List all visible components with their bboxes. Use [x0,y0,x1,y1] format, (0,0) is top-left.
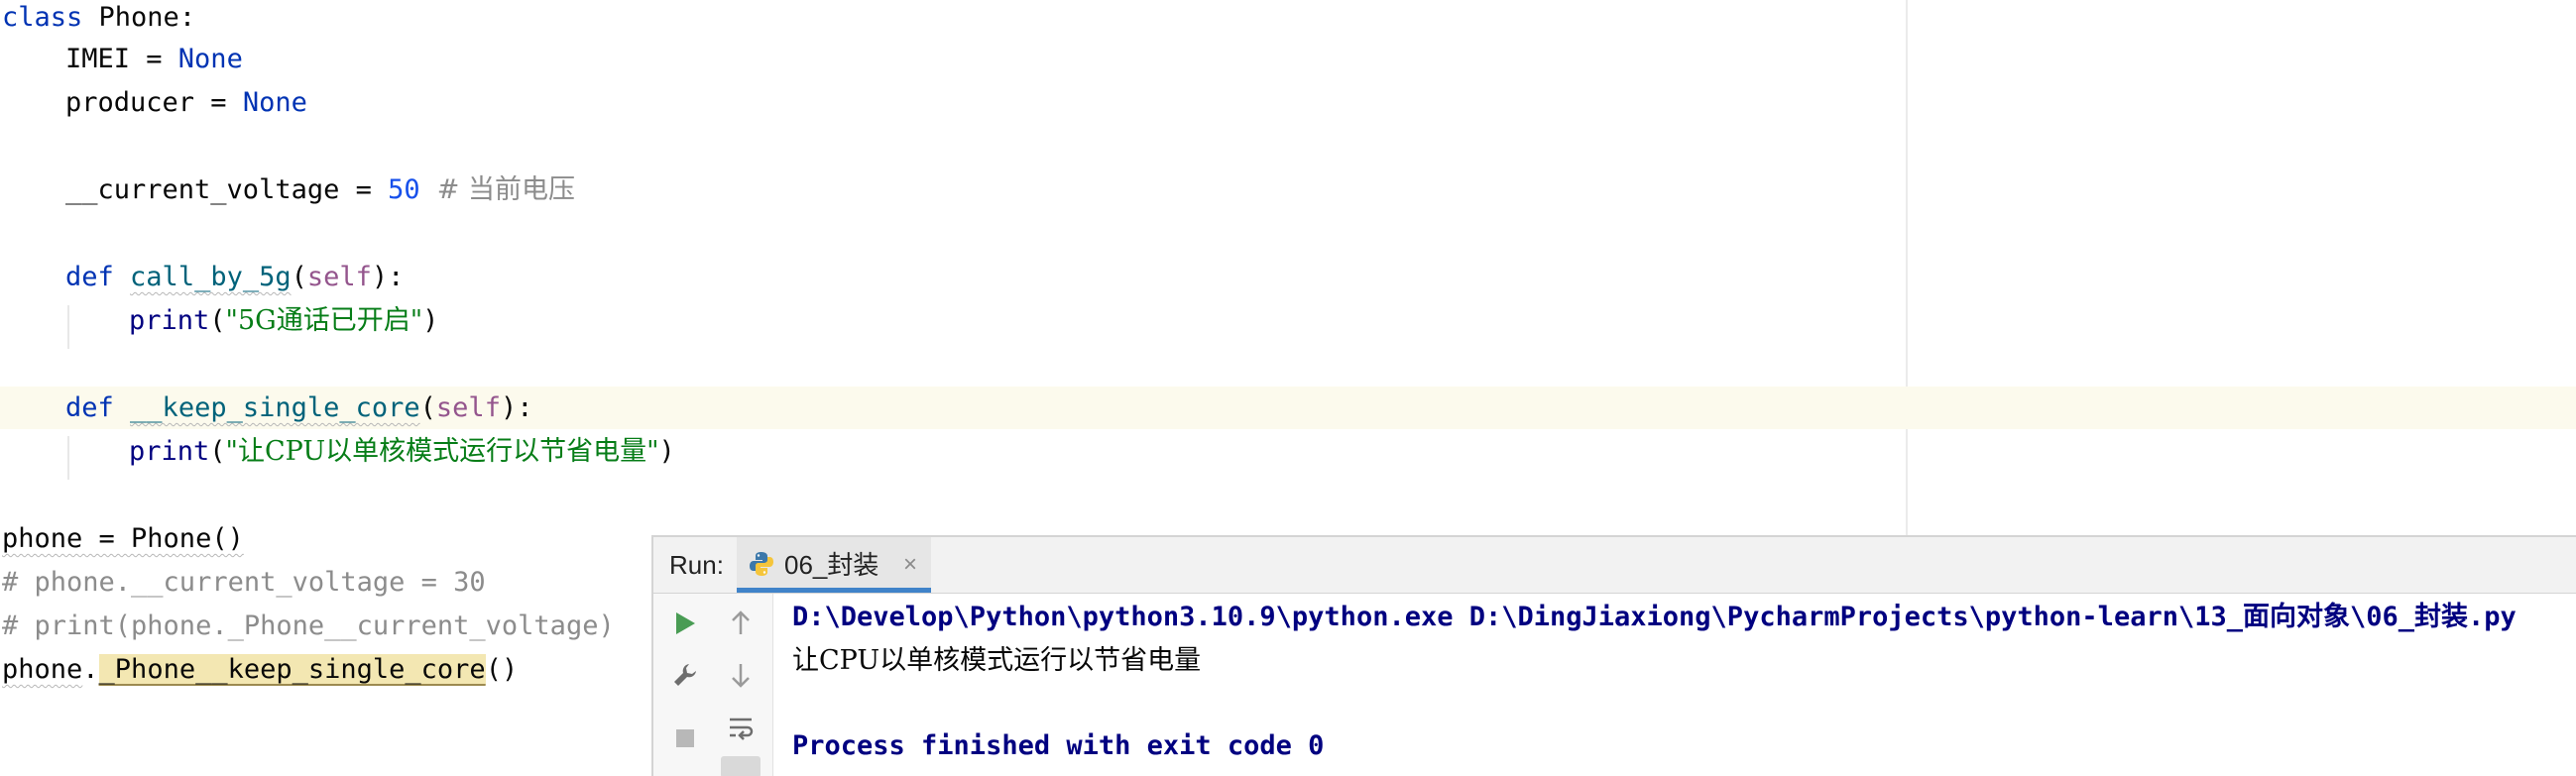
python-icon [750,552,773,576]
run-toolbar [653,594,773,776]
run-label: Run: [669,550,724,580]
object-name: phone [2,654,83,685]
paren: ( [291,262,307,292]
code-line-3: producer = None [65,81,307,125]
scroll-to-end-icon[interactable] [721,756,761,776]
paren: ) [422,305,439,336]
console-exit-message: Process finished with exit code 0 [792,730,1325,761]
method-name: __keep_single_core [130,392,420,423]
paren: ): [371,262,405,292]
right-margin-guide [1906,0,1908,535]
code-line-1: class Phone: [2,0,195,40]
wrench-icon[interactable] [665,655,705,695]
builtin-print: print [129,436,210,467]
code-line-10: def __keep_single_core(self): [65,387,532,430]
code-line-7: def call_by_5g(self): [65,256,404,299]
none-value: None [242,87,307,118]
self-param: self [306,262,372,292]
indent-guide [67,305,69,349]
inline-comment: # 当前电压 [419,174,575,205]
class-name: Phone: [82,2,196,33]
string-literal: "5G通话已开启" [225,305,423,336]
code-line-15: # print(phone._Phone__current_voltage) [2,610,615,641]
paren: ): [500,392,533,423]
close-icon[interactable]: × [903,537,917,593]
code-line-8: print("5G通话已开启") [129,299,438,343]
keyword: def [65,262,114,292]
code-line-13: phone = Phone() [2,523,244,554]
code-line-11: print("让CPU以单核模式运行以节省电量") [129,430,675,474]
paren: ) [658,436,675,467]
attr-name: __current_voltage = [65,174,389,205]
self-param: self [435,392,501,423]
number-value: 50 [388,174,420,205]
run-tool-window: Run: 06_封装 × D:\Develop\Python\python3.1… [651,535,2576,776]
keyword: def [65,392,114,423]
paren: () [485,654,519,685]
keyword: class [2,2,83,33]
indent-guide [67,436,69,480]
arrow-down-icon[interactable] [721,655,761,695]
code-line-16: phone._Phone__keep_single_core() [2,648,518,692]
run-header: Run: 06_封装 × [653,537,2576,594]
dot: . [82,654,99,685]
attr-name: IMEI = [65,44,178,74]
tab-active-indicator [737,588,931,593]
attr-name: producer = [65,87,243,118]
rerun-icon[interactable] [665,604,705,643]
run-tab-title: 06_封装 [784,550,879,580]
code-line-2: IMEI = None [65,38,243,81]
method-name: call_by_5g [130,262,292,292]
highlighted-call: _Phone__keep_single_core [98,654,486,685]
paren: ( [419,392,436,423]
code-line-14: # phone.__current_voltage = 30 [2,567,486,598]
paren: ( [209,436,226,467]
run-tab-06[interactable]: 06_封装 × [737,537,931,593]
arrow-up-icon[interactable] [721,604,761,643]
paren: ( [209,305,226,336]
console-output[interactable]: D:\Develop\Python\python3.10.9\python.ex… [792,594,2576,776]
stop-icon[interactable] [665,719,705,758]
builtin-print: print [129,305,210,336]
string-literal: "让CPU以单核模式运行以节省电量" [225,436,659,467]
console-program-output: 让CPU以单核模式运行以节省电量 [792,645,1202,676]
console-command-line: D:\Develop\Python\python3.10.9\python.ex… [792,602,2517,632]
none-value: None [177,44,243,74]
code-line-5: __current_voltage = 50 # 当前电压 [65,168,575,212]
soft-wrap-icon[interactable] [721,709,761,748]
